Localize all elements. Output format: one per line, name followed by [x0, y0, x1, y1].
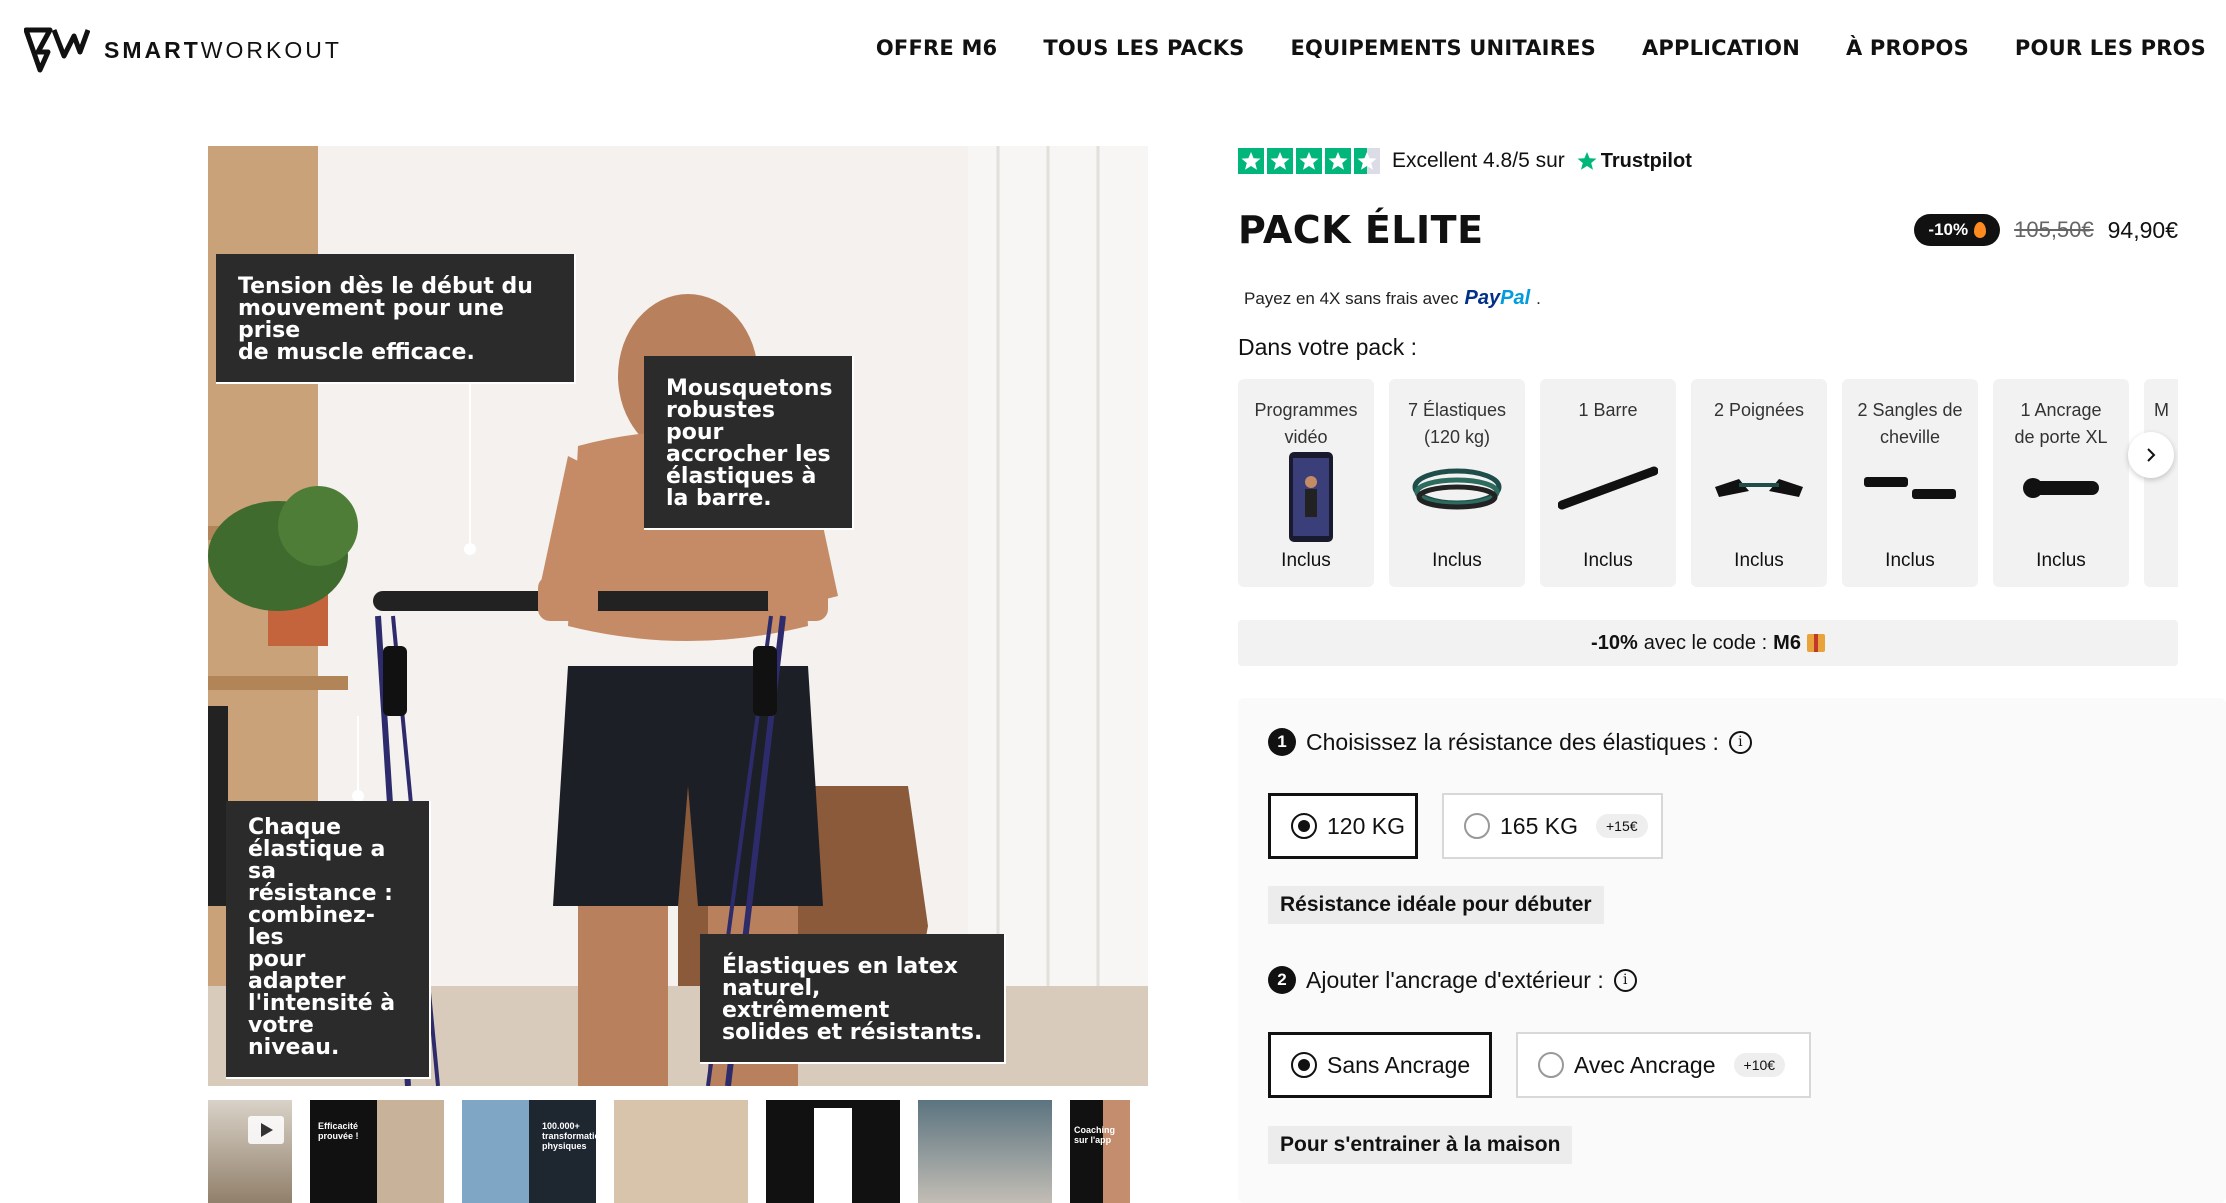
- nav-item-pros[interactable]: POUR LES PROS: [2015, 36, 2206, 60]
- thumbnail-strip: Efficacité prouvée ! 100.000+ transforma…: [208, 1100, 1148, 1203]
- info-icon[interactable]: i: [1728, 730, 1752, 754]
- radio-selected-icon: [1291, 813, 1317, 839]
- pack-item-programmes[interactable]: Programmes vidéo Inclus: [1238, 379, 1374, 587]
- trustpilot-logo: Trustpilot: [1577, 150, 1692, 173]
- fire-icon: [1974, 222, 1987, 238]
- pack-item-ancrage[interactable]: 1 Ancrage de porte XL Inclus: [1993, 379, 2129, 587]
- resistance-hint: Résistance idéale pour débuter: [1268, 886, 1604, 924]
- star-icon: [1296, 148, 1322, 174]
- nav-item-tous-les-packs[interactable]: TOUS LES PACKS: [1043, 36, 1244, 60]
- option-sans-ancrage[interactable]: Sans Ancrage: [1268, 1032, 1492, 1098]
- trustpilot-text: Excellent 4.8/5 sur: [1392, 149, 1565, 172]
- anchor-icon: [2023, 478, 2099, 498]
- play-icon: [248, 1116, 284, 1144]
- product-details: Excellent 4.8/5 sur Trustpilot PACK ÉLIT…: [1238, 146, 2226, 1203]
- star-icon: [1267, 148, 1293, 174]
- thumbnail-video[interactable]: [208, 1100, 292, 1203]
- straps-icon: [1864, 477, 1956, 499]
- pack-items-carousel: Programmes vidéo Inclus 7 Élastiques (120 …: [1238, 379, 2178, 589]
- trustpilot-star-icon: [1577, 152, 1597, 170]
- old-price: 105,50€: [2014, 217, 2094, 242]
- step-resistance-title: 1 Choisissez la résistance des élastique…: [1268, 728, 1752, 756]
- rating-stars: [1238, 148, 1380, 174]
- radio-icon: [1538, 1052, 1564, 1078]
- half-star-icon: [1354, 148, 1380, 174]
- logo-mark-icon: [24, 27, 90, 73]
- promo-code-banner: -10% avec le code : M6: [1238, 620, 2178, 666]
- nav-item-application[interactable]: APPLICATION: [1642, 36, 1800, 60]
- trustpilot-rating[interactable]: Excellent 4.8/5 sur Trustpilot: [1238, 146, 2178, 176]
- step-ancrage-title: 2 Ajouter l'ancrage d'extérieur : i: [1268, 966, 1637, 994]
- radio-icon: [1464, 813, 1490, 839]
- thumbnail-2[interactable]: Efficacité prouvée !: [310, 1100, 444, 1203]
- configurator: 1 Choisissez la résistance des élastique…: [1238, 698, 2226, 1203]
- nav-item-equipements[interactable]: EQUIPEMENTS UNITAIRES: [1291, 36, 1596, 60]
- pack-item-barre[interactable]: 1 Barre Inclus: [1540, 379, 1676, 587]
- pack-item-partial[interactable]: M: [2144, 379, 2178, 587]
- thumbnail-6[interactable]: [918, 1100, 1052, 1203]
- pack-item-poignees[interactable]: 2 Poignées Inclus: [1691, 379, 1827, 587]
- info-icon[interactable]: i: [1613, 968, 1637, 992]
- option-165kg[interactable]: 165 KG +15€: [1442, 793, 1663, 859]
- star-icon: [1238, 148, 1264, 174]
- handles-icon: [1715, 479, 1803, 497]
- callout-resistance: Chaque élastique a sa résistance : combinez…: [226, 801, 431, 1079]
- star-icon: [1325, 148, 1351, 174]
- current-price: 94,90€: [2107, 216, 2178, 243]
- title-row: PACK ÉLITE -10% 105,50€ 94,90€: [1238, 208, 2178, 258]
- gift-icon: [1806, 634, 1825, 652]
- pack-contents-label: Dans votre pack :: [1238, 334, 1417, 360]
- option-avec-ancrage[interactable]: Avec Ancrage +10€: [1516, 1032, 1811, 1098]
- discount-badge: -10%: [1914, 214, 2001, 246]
- nav-item-a-propos[interactable]: À PROPOS: [1846, 36, 1969, 60]
- carousel-next-button[interactable]: [2128, 432, 2174, 478]
- callout-latex: Élastiques en latex naturel, extrêmement s…: [700, 934, 1006, 1064]
- product-main-image[interactable]: Tension dès le début du mouvement pour un…: [208, 146, 1148, 1086]
- thumbnail-3[interactable]: 100.000+ transformations physiques: [462, 1100, 596, 1203]
- brand-logo[interactable]: SMARTWORKOUT: [24, 26, 342, 74]
- brand-name: SMARTWORKOUT: [104, 36, 342, 63]
- paypal-installments[interactable]: Payez en 4X sans frais avec PayPal.: [1244, 287, 1541, 310]
- site-header: SMARTWORKOUT OFFRE M6 TOUS LES PACKS EQU…: [0, 0, 2226, 100]
- bands-icon: [1412, 468, 1502, 510]
- chevron-right-icon: [2147, 448, 2156, 462]
- thumbnail-7[interactable]: Coaching sur l'app: [1070, 1100, 1130, 1203]
- price-block: -10% 105,50€ 94,90€: [1914, 214, 2178, 246]
- thumbnail-4[interactable]: [614, 1100, 748, 1203]
- bar-icon: [1558, 466, 1658, 510]
- nav-item-offre-m6[interactable]: OFFRE M6: [876, 36, 997, 60]
- option-120kg[interactable]: 120 KG: [1268, 793, 1418, 859]
- radio-selected-icon: [1291, 1052, 1317, 1078]
- phone-icon: [1289, 452, 1333, 542]
- callout-tension: Tension dès le début du mouvement pour un…: [216, 254, 576, 384]
- ancrage-hint: Pour s'entrainer à la maison: [1268, 1126, 1573, 1164]
- thumbnail-5[interactable]: [766, 1100, 900, 1203]
- callout-mousquetons: Mousquetons robustes pour accrocher les éla…: [644, 356, 854, 530]
- pack-item-elastiques[interactable]: 7 Élastiques (120 kg) Inclus: [1389, 379, 1525, 587]
- paypal-logo: PayPal: [1464, 287, 1531, 309]
- product-title: PACK ÉLITE: [1238, 208, 1484, 252]
- main-nav: OFFRE M6 TOUS LES PACKS EQUIPEMENTS UNIT…: [876, 36, 2206, 60]
- pack-item-sangles[interactable]: 2 Sangles de cheville Inclus: [1842, 379, 1978, 587]
